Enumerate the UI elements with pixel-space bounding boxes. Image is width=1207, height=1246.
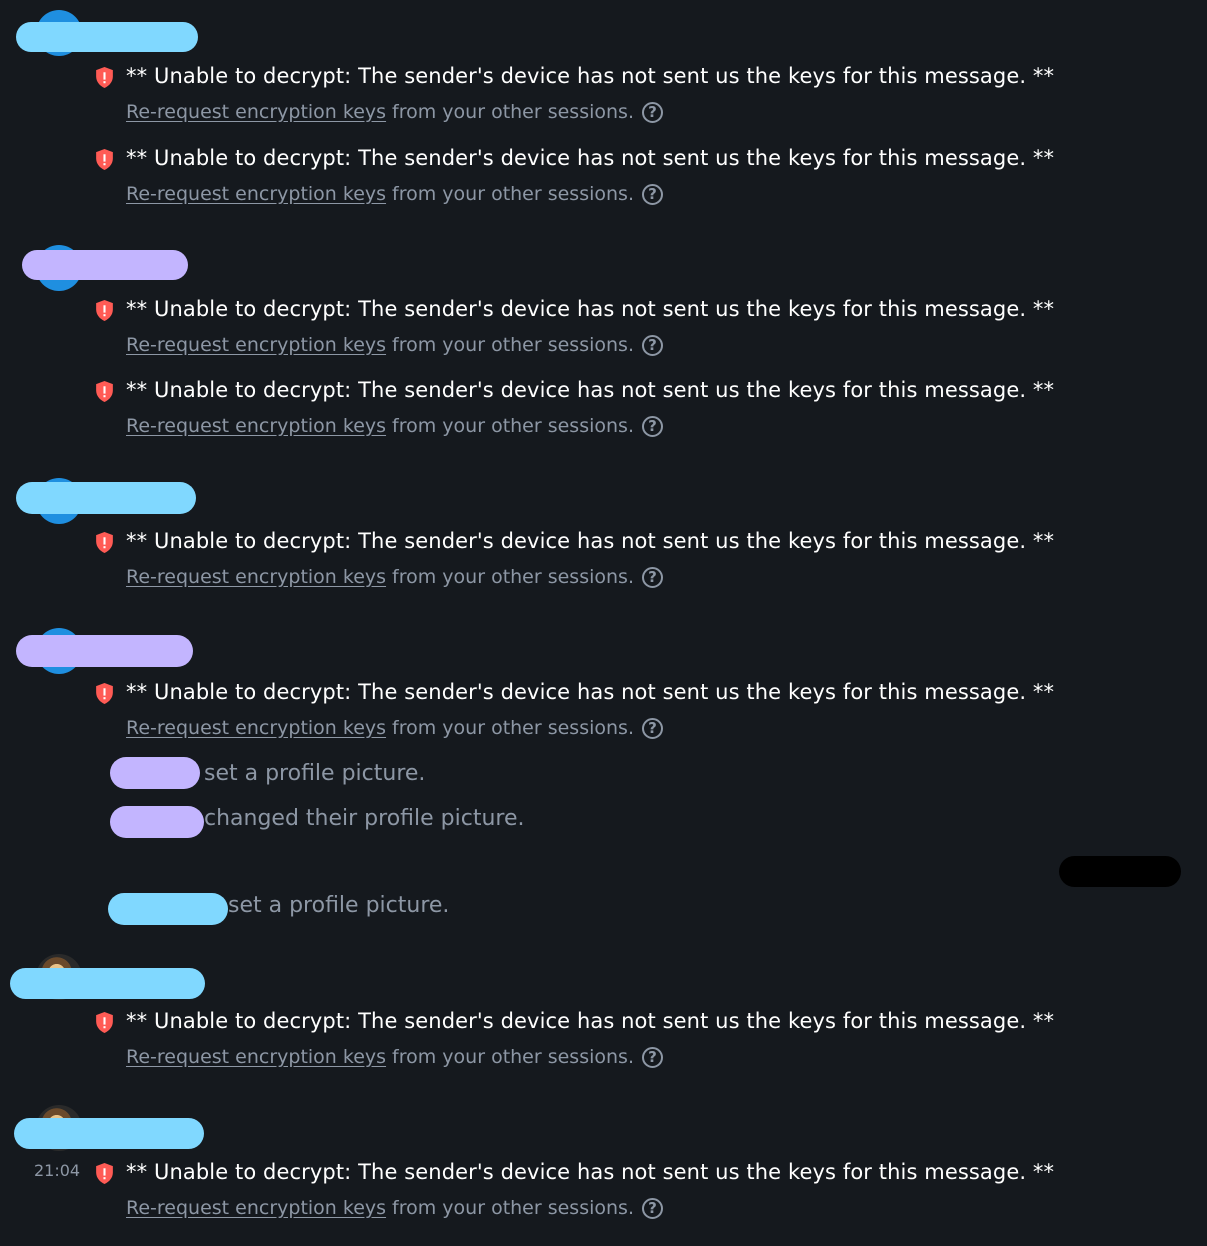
rerequest-keys-row: Re-request encryption keys from your oth… xyxy=(126,99,663,125)
shield-alert-icon xyxy=(96,532,113,553)
shield-alert-icon xyxy=(96,300,113,321)
undecryptable-message: ** Unable to decrypt: The sender's devic… xyxy=(126,680,1055,704)
undecryptable-message: ** Unable to decrypt: The sender's devic… xyxy=(126,378,1055,402)
rerequest-keys-suffix: from your other sessions. xyxy=(392,1046,634,1068)
state-event-text: set a profile picture. xyxy=(204,761,426,786)
shield-alert-icon xyxy=(96,1012,113,1033)
undecryptable-message: ** Unable to decrypt: The sender's devic… xyxy=(126,146,1055,170)
rerequest-keys-suffix: from your other sessions. xyxy=(392,1197,634,1219)
state-event-text: set a profile picture. xyxy=(228,893,450,918)
shield-alert-icon xyxy=(96,683,113,704)
sender-name-redacted[interactable] xyxy=(16,482,196,514)
sender-name-redacted[interactable] xyxy=(16,22,198,52)
rerequest-keys-link[interactable]: Re-request encryption keys xyxy=(126,181,386,207)
rerequest-keys-suffix: from your other sessions. xyxy=(392,101,634,123)
rerequest-keys-suffix: from your other sessions. xyxy=(392,415,634,437)
rerequest-keys-suffix: from your other sessions. xyxy=(392,183,634,205)
rerequest-keys-row: Re-request encryption keys from your oth… xyxy=(126,564,663,590)
message-timestamp: 21:04 xyxy=(34,1161,81,1180)
rerequest-keys-suffix: from your other sessions. xyxy=(392,717,634,739)
redacted-block xyxy=(1059,856,1181,887)
undecryptable-message: ** Unable to decrypt: The sender's devic… xyxy=(126,529,1055,553)
rerequest-keys-link[interactable]: Re-request encryption keys xyxy=(126,413,386,439)
rerequest-keys-link[interactable]: Re-request encryption keys xyxy=(126,564,386,590)
question-circle-icon[interactable]: ? xyxy=(642,415,663,437)
rerequest-keys-link[interactable]: Re-request encryption keys xyxy=(126,1195,386,1221)
sender-name-redacted[interactable] xyxy=(14,1118,204,1149)
rerequest-keys-link[interactable]: Re-request encryption keys xyxy=(126,715,386,741)
state-event-text: changed their profile picture. xyxy=(204,806,525,831)
question-circle-icon[interactable]: ? xyxy=(642,566,663,588)
rerequest-keys-suffix: from your other sessions. xyxy=(392,566,634,588)
undecryptable-message: ** Unable to decrypt: The sender's devic… xyxy=(126,297,1055,321)
member-name-redacted[interactable] xyxy=(110,806,204,838)
rerequest-keys-link[interactable]: Re-request encryption keys xyxy=(126,1044,386,1070)
shield-alert-icon xyxy=(96,381,113,402)
question-circle-icon[interactable]: ? xyxy=(642,334,663,356)
rerequest-keys-suffix: from your other sessions. xyxy=(392,334,634,356)
rerequest-keys-row: Re-request encryption keys from your oth… xyxy=(126,1195,663,1221)
shield-alert-icon xyxy=(96,67,113,88)
question-circle-icon[interactable]: ? xyxy=(642,1046,663,1068)
question-circle-icon[interactable]: ? xyxy=(642,1197,663,1219)
member-name-redacted[interactable] xyxy=(110,757,200,789)
rerequest-keys-row: Re-request encryption keys from your oth… xyxy=(126,181,663,207)
rerequest-keys-link[interactable]: Re-request encryption keys xyxy=(126,332,386,358)
question-circle-icon[interactable]: ? xyxy=(642,101,663,123)
undecryptable-message: ** Unable to decrypt: The sender's devic… xyxy=(126,64,1055,88)
shield-alert-icon xyxy=(96,1163,113,1184)
question-circle-icon[interactable]: ? xyxy=(642,183,663,205)
rerequest-keys-link[interactable]: Re-request encryption keys xyxy=(126,99,386,125)
rerequest-keys-row: Re-request encryption keys from your oth… xyxy=(126,413,663,439)
undecryptable-message: ** Unable to decrypt: The sender's devic… xyxy=(126,1009,1055,1033)
rerequest-keys-row: Re-request encryption keys from your oth… xyxy=(126,715,663,741)
undecryptable-message: ** Unable to decrypt: The sender's devic… xyxy=(126,1160,1055,1184)
question-circle-icon[interactable]: ? xyxy=(642,717,663,739)
shield-alert-icon xyxy=(96,149,113,170)
sender-name-redacted[interactable] xyxy=(22,250,188,280)
rerequest-keys-row: Re-request encryption keys from your oth… xyxy=(126,332,663,358)
sender-name-redacted[interactable] xyxy=(16,635,193,667)
rerequest-keys-row: Re-request encryption keys from your oth… xyxy=(126,1044,663,1070)
sender-name-redacted[interactable] xyxy=(10,968,205,999)
member-name-redacted[interactable] xyxy=(108,893,228,925)
